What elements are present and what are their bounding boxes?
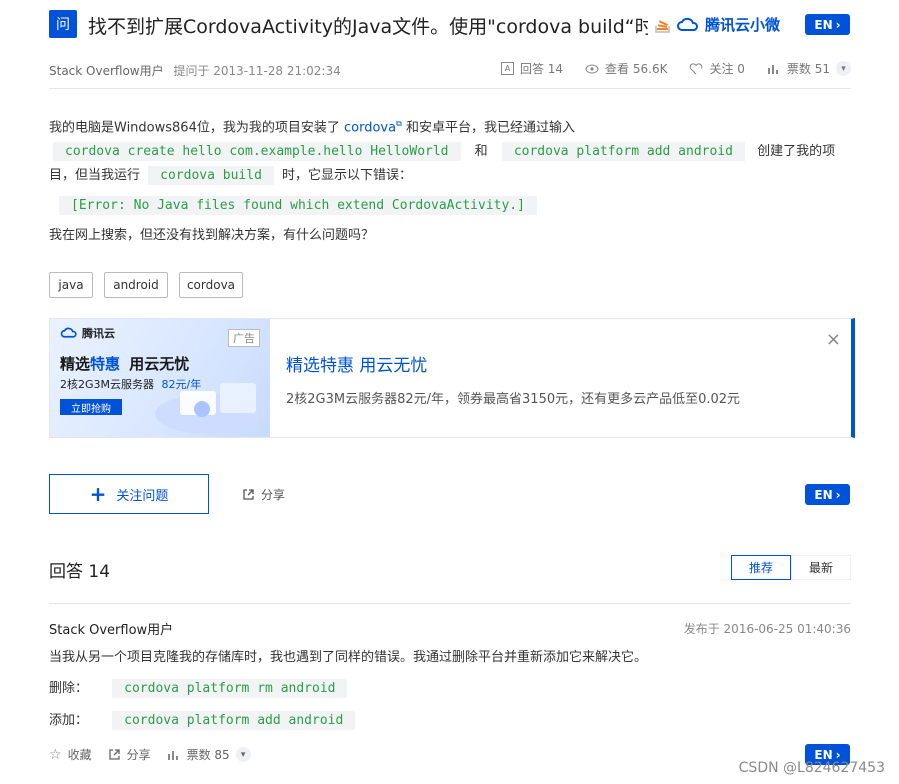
question-title: 找不到扩展CordovaActivity的Java文件。使用"cordova b…	[88, 16, 648, 38]
sort-toggle: 推荐 最新	[731, 555, 851, 580]
answer-vote[interactable]: 票数 85 ▾	[167, 746, 251, 763]
code-create: cordova create hello com.example.hello H…	[53, 142, 461, 162]
code-build: cordova build	[148, 166, 274, 186]
star-icon: ☆	[49, 746, 62, 763]
code-add: cordova platform add android	[112, 711, 356, 730]
answer-actions: ☆ 收藏 分享 票数 85 ▾	[49, 746, 251, 763]
share-label: 分享	[126, 748, 151, 762]
body-line-1: 我的电脑是Windows864位，我为我的项目安装了 cordova⧉ 和安卓平…	[49, 119, 575, 136]
bar-chart-icon	[767, 64, 778, 74]
views-label: 查看 56.6K	[605, 62, 668, 76]
collect-label: 收藏	[67, 748, 92, 762]
code-platform-add: cordova platform add android	[501, 142, 745, 162]
tag-android[interactable]: android	[104, 272, 168, 298]
en-label: EN	[814, 487, 833, 502]
follow-label: 关注问题	[116, 488, 169, 504]
error-message: [Error: No Java files found which extend…	[59, 196, 537, 216]
body-line-3: 我在网上搜索，但还没有找到解决方案，有什么问题吗？	[49, 228, 375, 244]
bar-chart-icon	[167, 750, 178, 760]
answer-remove-line: 删除： cordova platform rm android	[49, 677, 351, 701]
chevron-down-icon[interactable]: ▾	[235, 747, 251, 762]
tencent-cloud-icon	[677, 17, 698, 31]
question-body: 我的电脑是Windows864位，我为我的项目安装了 cordova⧉ 和安卓平…	[49, 112, 851, 248]
watermark: CSDN @L824627453	[738, 760, 885, 776]
heart-plus-icon	[690, 62, 703, 74]
votes-label: 票数 51	[786, 62, 830, 76]
en-translate-button[interactable]: EN ›	[805, 484, 850, 505]
views-count: 查看 56.6K	[585, 60, 667, 77]
en-translate-button[interactable]: EN ›	[805, 14, 850, 35]
answers-count[interactable]: A 回答 14	[500, 60, 564, 77]
question-meta: Stack Overflow用户 提问于 2013-11-28 21:02:34…	[49, 60, 851, 89]
share-label: 分享	[261, 488, 286, 502]
sort-latest[interactable]: 最新	[791, 555, 851, 580]
ad-description: 2核2G3M云服务器82元/年，领券最高省3150元，还有更多云产品低至0.02…	[286, 392, 741, 407]
chevron-right-icon: ›	[835, 17, 841, 32]
collect-button[interactable]: ☆ 收藏	[49, 746, 92, 763]
answer-text: 当我从另一个项目克隆我的存储库时，我也遇到了同样的错误。我通过删除平台并重新添加…	[49, 650, 648, 665]
answer-share-button[interactable]: 分享	[108, 746, 151, 763]
tencent-cloud-icon	[60, 327, 77, 338]
follow-question-button[interactable]: + 关注问题	[49, 474, 209, 514]
answer-date: 发布于 2016-06-25 01:40:36	[683, 622, 851, 636]
brand-logo[interactable]: 腾讯云小微	[655, 14, 780, 35]
follow-count-label: 关注 0	[709, 62, 745, 76]
answer-icon: A	[500, 62, 514, 75]
sort-recommended[interactable]: 推荐	[731, 555, 791, 580]
ad-cta-button[interactable]: 立即抢购	[60, 399, 122, 415]
answer-author[interactable]: Stack Overflow用户	[49, 619, 173, 638]
ad-logo-text: 腾讯云	[82, 327, 115, 340]
ad-tag: 广告	[228, 329, 260, 347]
ad-title[interactable]: 精选特惠 用云无忧	[286, 351, 427, 376]
divider	[49, 603, 851, 604]
ad-illustration	[155, 383, 265, 434]
chevron-right-icon: ›	[835, 487, 841, 502]
share-icon	[243, 489, 254, 500]
brand-name: 腾讯云小微	[705, 16, 781, 34]
stackoverflow-icon	[655, 19, 670, 33]
vote-count[interactable]: 票数 51 ▾	[767, 60, 851, 77]
share-button[interactable]: 分享	[242, 486, 285, 503]
asked-date: 提问于 2013-11-28 21:02:34	[173, 64, 341, 78]
tag-cordova[interactable]: cordova	[179, 272, 243, 298]
answers-title: 回答 14	[49, 562, 111, 582]
share-icon	[108, 749, 120, 760]
external-link-icon: ⧉	[396, 119, 402, 128]
eye-icon	[585, 64, 599, 73]
plus-icon: +	[89, 482, 107, 506]
ad-banner[interactable]: 腾讯云 广告 精选特惠 用云无忧 2核2G3M云服务器 82元/年 立即抢购 精…	[49, 318, 855, 438]
question-badge: 问	[49, 10, 77, 38]
author-name[interactable]: Stack Overflow用户	[49, 64, 164, 78]
tag-java[interactable]: java	[49, 272, 93, 298]
en-label: EN	[814, 17, 833, 32]
votes-label: 票数 85	[186, 748, 230, 762]
chevron-down-icon[interactable]: ▾	[836, 61, 851, 76]
close-icon[interactable]: ×	[826, 329, 841, 350]
code-remove: cordova platform rm android	[112, 679, 348, 698]
cordova-link[interactable]: cordova	[344, 120, 396, 135]
ad-image[interactable]: 腾讯云 广告 精选特惠 用云无忧 2核2G3M云服务器 82元/年 立即抢购	[50, 319, 270, 437]
answer-add-line: 添加： cordova platform add android	[49, 709, 359, 733]
answers-count-label: 回答 14	[519, 62, 564, 76]
follow-count[interactable]: 关注 0	[689, 60, 745, 77]
